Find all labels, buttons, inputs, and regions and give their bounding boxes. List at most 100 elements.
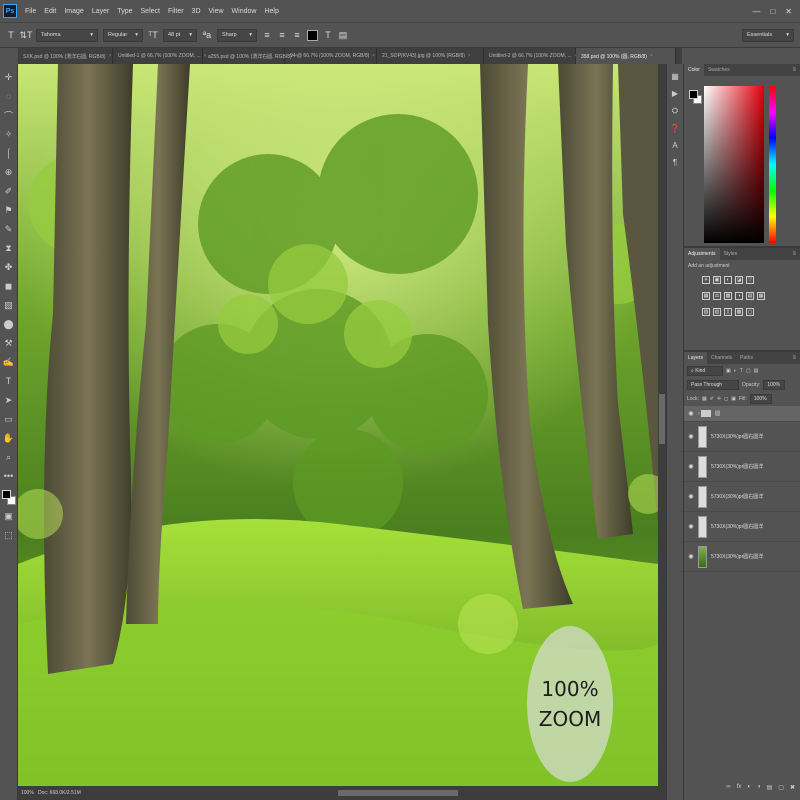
lock-artboard-icon[interactable]: ◻ bbox=[724, 396, 728, 402]
color-balance-icon[interactable]: ⚖ bbox=[713, 292, 721, 300]
align-right-icon[interactable]: ≡ bbox=[292, 30, 302, 41]
layer-filter-select[interactable]: ⌕ Kind bbox=[687, 366, 723, 376]
layer-style-icon[interactable]: fx bbox=[737, 784, 742, 790]
foreground-color[interactable] bbox=[1, 490, 11, 499]
invert-icon[interactable]: ▧ bbox=[702, 308, 710, 316]
eraser-tool-icon[interactable]: ✤ bbox=[2, 258, 16, 276]
gradient-tool-icon[interactable]: ◼ bbox=[2, 277, 16, 295]
document-tab[interactable]: 94 @ 66.7% (100% ZOOM, RGB/8) × bbox=[285, 48, 377, 64]
opacity-input[interactable]: 100% bbox=[763, 380, 786, 390]
menu-filter[interactable]: Filter bbox=[164, 8, 188, 15]
brush-tool-icon[interactable]: ⚑ bbox=[2, 201, 16, 219]
move-tool-icon[interactable]: ✛ bbox=[2, 68, 16, 86]
blend-mode-select[interactable]: Pass Through bbox=[687, 380, 739, 390]
text-color-swatch[interactable] bbox=[307, 29, 318, 41]
menu-window[interactable]: Window bbox=[228, 8, 261, 15]
document-tab[interactable]: SXK.psd @ 100% (渭洋右圆, RGB/8) × bbox=[18, 48, 113, 64]
paragraph-icon[interactable]: ¶ bbox=[673, 158, 677, 167]
panel-foreground-color[interactable] bbox=[689, 90, 698, 99]
history-icon[interactable]: ▦ bbox=[671, 72, 679, 81]
tab-paths[interactable]: Paths bbox=[736, 352, 757, 364]
link-layers-icon[interactable]: ∞ bbox=[726, 784, 730, 790]
font-style-select[interactable]: Regular ▾ bbox=[103, 28, 143, 42]
document-canvas[interactable]: 100% ZOOM bbox=[18, 64, 658, 786]
eye-icon[interactable]: ◉ bbox=[684, 493, 698, 500]
pen-tool-icon[interactable]: ⚒ bbox=[2, 334, 16, 352]
add-mask-icon[interactable]: ◐ bbox=[747, 784, 751, 790]
brush-presets-icon[interactable]: ⛭ bbox=[672, 106, 678, 116]
hand-tool-icon[interactable]: ✋ bbox=[2, 429, 16, 447]
levels-icon[interactable]: ▣ bbox=[713, 276, 721, 284]
screen-mode-icon[interactable]: ⬚ bbox=[2, 526, 16, 544]
quick-mask-icon[interactable]: ▣ bbox=[2, 507, 16, 525]
rectangle-tool-icon[interactable]: ▭ bbox=[2, 410, 16, 428]
more-tools-icon[interactable]: ••• bbox=[2, 467, 16, 485]
layer-row[interactable]: ◉ 5730X(30%)pr圆右圆洋 bbox=[684, 482, 800, 512]
document-tab-active[interactable]: 358.psd @ 100% (圆, RGB/8) × bbox=[576, 48, 676, 64]
expand-arrow-icon[interactable]: › bbox=[698, 411, 700, 417]
document-tab[interactable]: a255.psd @ 100% (渭洋右圆, RGB/8) × bbox=[203, 48, 298, 64]
menu-layer[interactable]: Layer bbox=[88, 8, 114, 15]
filter-adjustment-icon[interactable]: ◐ bbox=[734, 368, 737, 374]
horizontal-scroll-thumb[interactable] bbox=[338, 790, 458, 796]
threshold-icon[interactable]: ╳ bbox=[724, 308, 732, 316]
type-tool-icon[interactable]: T bbox=[6, 30, 16, 41]
document-tab[interactable]: Untitled-1 @ 66.7% (100% ZOOM, ... × bbox=[113, 48, 207, 64]
tab-color[interactable]: Color bbox=[684, 64, 704, 76]
tab-swatches[interactable]: Swatches bbox=[704, 64, 734, 76]
minimize-button[interactable]: — bbox=[752, 7, 760, 16]
character-panel-icon[interactable]: ▤ bbox=[338, 30, 348, 41]
marquee-tool-icon[interactable]: ◌ bbox=[2, 87, 16, 105]
photo-filter-icon[interactable]: ◑ bbox=[735, 292, 743, 300]
channel-mixer-icon[interactable]: ▤ bbox=[746, 292, 754, 300]
color-swatches[interactable] bbox=[1, 490, 16, 506]
posterize-icon[interactable]: ▨ bbox=[713, 308, 721, 316]
character-icon[interactable]: A bbox=[672, 141, 677, 150]
curves-icon[interactable]: ◐ bbox=[724, 276, 732, 284]
warp-text-icon[interactable]: T bbox=[323, 30, 333, 41]
eye-icon[interactable]: ◉ bbox=[684, 553, 698, 560]
filter-pixel-icon[interactable]: ▣ bbox=[726, 368, 731, 374]
freeform-pen-tool-icon[interactable]: ✍ bbox=[2, 353, 16, 371]
text-orientation-icon[interactable]: ⇅T bbox=[19, 30, 32, 41]
actions-icon[interactable]: ▶ bbox=[672, 89, 678, 98]
layer-row[interactable]: ◉ 5730X(30%)pr圆右圆洋 bbox=[684, 512, 800, 542]
panel-menu-icon[interactable]: ≡ bbox=[792, 355, 800, 361]
color-field[interactable] bbox=[704, 86, 764, 243]
lasso-tool-icon[interactable]: ⌒ bbox=[2, 106, 16, 124]
lock-transparent-icon[interactable]: ▦ bbox=[702, 396, 707, 402]
document-tab[interactable]: Untitled-2 @ 66.7% (100% ZOOM, ...× bbox=[484, 48, 578, 64]
eye-icon[interactable]: ◉ bbox=[684, 433, 698, 440]
align-center-icon[interactable]: ≡ bbox=[277, 30, 287, 41]
menu-type[interactable]: Type bbox=[113, 8, 136, 15]
blur-tool-icon[interactable]: ▧ bbox=[2, 296, 16, 314]
menu-edit[interactable]: Edit bbox=[40, 8, 60, 15]
zoom-level[interactable]: 100% bbox=[18, 790, 38, 796]
menu-file[interactable]: File bbox=[21, 8, 40, 15]
menu-select[interactable]: Select bbox=[137, 8, 164, 15]
close-icon[interactable]: × bbox=[372, 53, 375, 59]
lock-all-icon[interactable]: ▣ bbox=[731, 396, 736, 402]
tab-layers[interactable]: Layers bbox=[684, 352, 708, 364]
color-lookup-icon[interactable]: ▦ bbox=[757, 292, 765, 300]
dodge-tool-icon[interactable]: ⬤ bbox=[2, 315, 16, 333]
new-group-icon[interactable]: ▤ bbox=[767, 784, 773, 791]
brightness-icon[interactable]: ☀ bbox=[702, 276, 710, 284]
type-tool-icon[interactable]: T bbox=[2, 372, 16, 390]
lock-image-icon[interactable]: ✐ bbox=[710, 396, 714, 402]
history-brush-tool-icon[interactable]: ⧗ bbox=[2, 239, 16, 257]
document-tab[interactable]: 21_SOP(KV43).jpg @ 100% (RGB/8) × bbox=[377, 48, 484, 64]
layer-group-row[interactable]: ◉ › 圆 bbox=[684, 406, 800, 422]
menu-view[interactable]: View bbox=[205, 8, 228, 15]
path-selection-tool-icon[interactable]: ➤ bbox=[2, 391, 16, 409]
menu-help[interactable]: Help bbox=[260, 8, 282, 15]
clone-stamp-tool-icon[interactable]: ✎ bbox=[2, 220, 16, 238]
close-icon[interactable]: × bbox=[650, 53, 653, 59]
new-layer-icon[interactable]: ▢ bbox=[778, 784, 784, 791]
filter-shape-icon[interactable]: ▢ bbox=[746, 368, 751, 374]
adjustment-layer-icon[interactable]: ◑ bbox=[757, 784, 761, 790]
eye-icon[interactable]: ◉ bbox=[684, 410, 698, 417]
align-left-icon[interactable]: ≡ bbox=[262, 30, 272, 41]
exposure-icon[interactable]: ◪ bbox=[735, 276, 743, 284]
crop-tool-icon[interactable]: ⌠ bbox=[2, 144, 16, 162]
